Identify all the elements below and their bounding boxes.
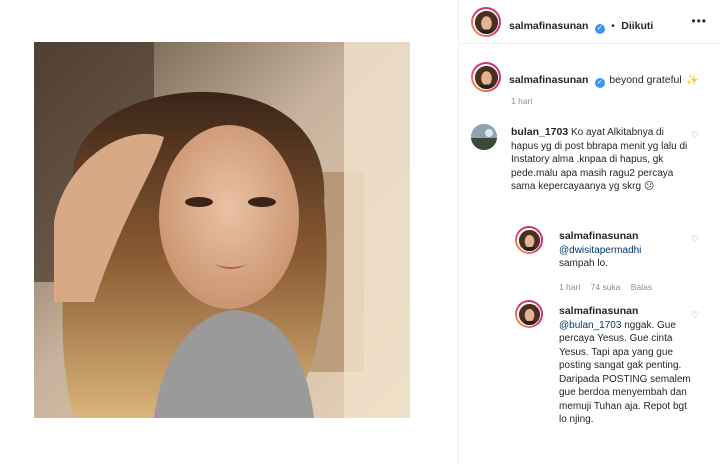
avatar-image xyxy=(518,229,540,251)
commenter-avatar[interactable] xyxy=(471,124,497,150)
caption-username[interactable]: salmafinasunan xyxy=(509,74,588,86)
reply-text: nggak. Gue percaya Yesus. Gue cinta Yesu… xyxy=(559,319,691,426)
reply-mention[interactable]: @dwisitapermadhi xyxy=(559,244,693,258)
caption-block: salmafinasunan ✓ beyond grateful ✨ xyxy=(509,70,709,88)
reply-meta: 1 hari 74 suka Balas xyxy=(559,282,652,292)
follow-status-button[interactable]: Diikuti xyxy=(621,20,653,32)
reply-username[interactable]: salmafinasunan xyxy=(559,230,693,244)
caption-avatar[interactable] xyxy=(471,62,501,92)
reply-button[interactable]: Balas xyxy=(631,282,652,292)
author-username[interactable]: salmafinasunan xyxy=(509,20,588,32)
reply-item: salmafinasunan @bulan_1703 nggak. Gue pe… xyxy=(559,305,693,427)
avatar-image xyxy=(518,303,540,325)
caption-time[interactable]: 1 hari xyxy=(511,96,532,106)
verified-badge-icon: ✓ xyxy=(594,24,605,34)
avatar-image xyxy=(474,65,498,89)
sparkle-emoji: ✨ xyxy=(686,75,699,86)
reply-likes[interactable]: 74 suka xyxy=(591,282,621,292)
verified-badge-icon: ✓ xyxy=(594,78,605,88)
caption-text: beyond grateful xyxy=(609,74,682,86)
reply-text: sampah lo. xyxy=(559,258,608,269)
avatar-image xyxy=(471,124,497,150)
like-reply-heart-icon[interactable]: ♡ xyxy=(691,234,699,245)
confused-emoji: 😕 xyxy=(643,181,655,192)
reply-mention[interactable]: @bulan_1703 xyxy=(559,320,621,331)
selfie-image xyxy=(34,42,410,418)
post-photo[interactable] xyxy=(34,42,410,418)
comment-item: bulan_1703 Ko ayat Alkitabnya di hapus y… xyxy=(511,126,689,194)
reply-username[interactable]: salmafinasunan xyxy=(559,305,693,319)
reply-item: salmafinasunan @dwisitapermadhi sampah l… xyxy=(559,230,693,271)
avatar-image xyxy=(474,10,498,34)
comment-username[interactable]: bulan_1703 xyxy=(511,126,568,138)
reply-time[interactable]: 1 hari xyxy=(559,282,580,292)
separator-dot: • xyxy=(611,21,615,32)
post-header: salmafinasunan ✓ • Diikuti ••• xyxy=(459,0,720,44)
author-avatar[interactable] xyxy=(471,7,501,37)
post-details-pane: salmafinasunan ✓ • Diikuti ••• salmafina… xyxy=(458,0,720,464)
like-reply-heart-icon[interactable]: ♡ xyxy=(691,310,699,321)
reply-avatar[interactable] xyxy=(515,300,543,328)
reply-avatar[interactable] xyxy=(515,226,543,254)
post-media-pane xyxy=(0,0,458,464)
header-userline: salmafinasunan ✓ • Diikuti xyxy=(509,16,653,34)
like-comment-heart-icon[interactable]: ♡ xyxy=(691,130,699,141)
more-options-icon[interactable]: ••• xyxy=(691,14,707,28)
